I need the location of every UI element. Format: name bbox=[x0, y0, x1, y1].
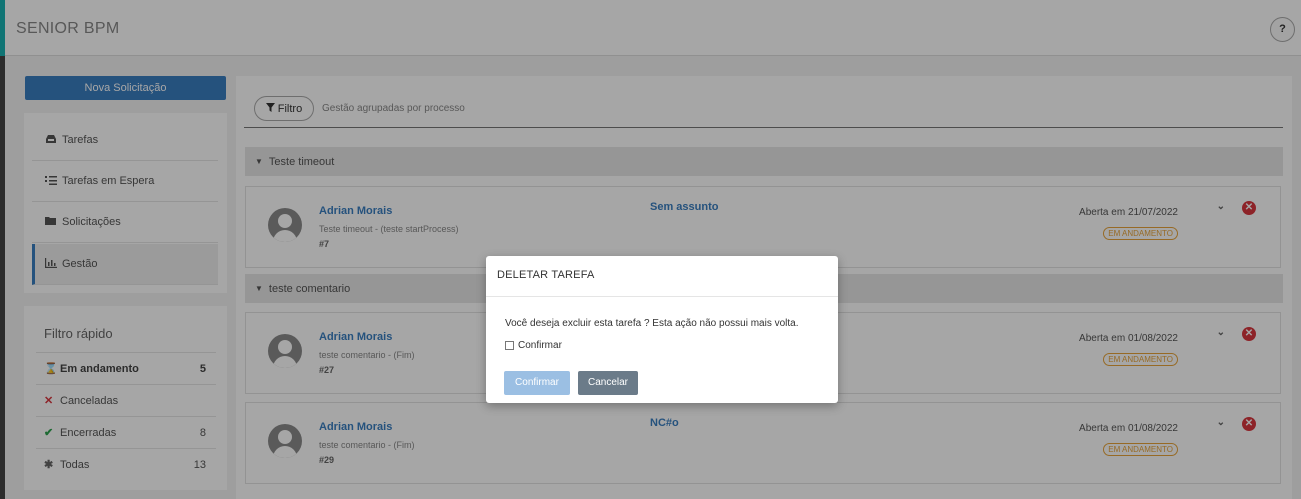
dialog-title: DELETAR TAREFA bbox=[497, 269, 595, 281]
checkbox-label: Confirmar bbox=[518, 340, 562, 351]
modal-backdrop[interactable] bbox=[0, 0, 1301, 499]
confirm-button[interactable]: Confirmar bbox=[504, 371, 570, 395]
divider bbox=[486, 296, 838, 297]
checkbox-box[interactable] bbox=[505, 341, 514, 350]
dialog-message: Você deseja excluir esta tarefa ? Esta a… bbox=[505, 318, 799, 329]
confirm-checkbox[interactable]: Confirmar bbox=[505, 340, 562, 351]
cancel-button[interactable]: Cancelar bbox=[578, 371, 638, 395]
delete-task-dialog: DELETAR TAREFA Você deseja excluir esta … bbox=[486, 256, 838, 403]
